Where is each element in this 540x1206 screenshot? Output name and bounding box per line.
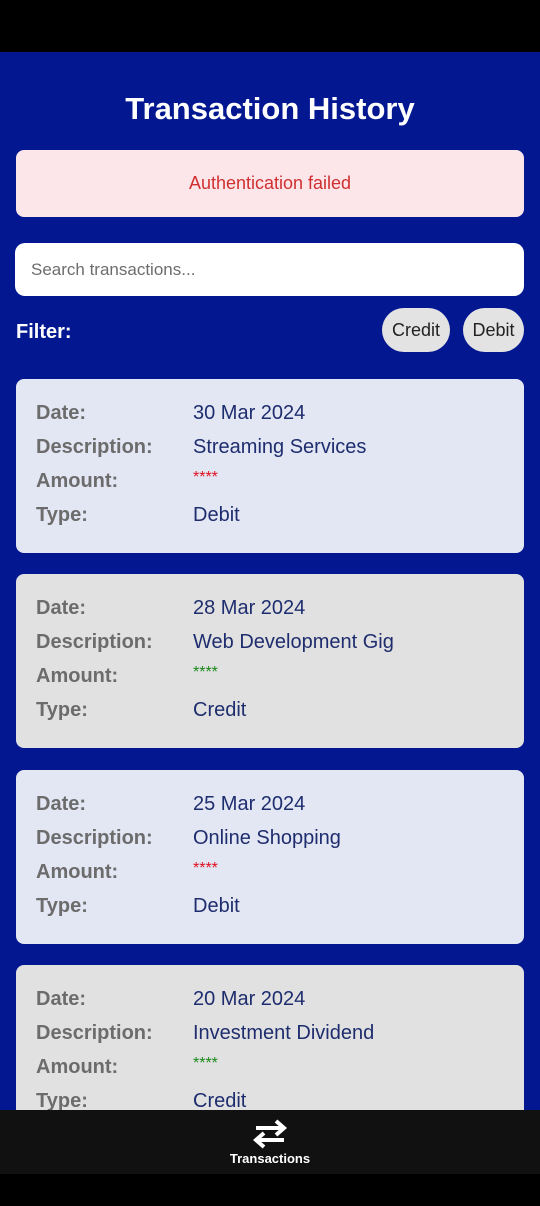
amount-value: **** bbox=[193, 469, 218, 486]
filter-chip-debit[interactable]: Debit bbox=[463, 308, 524, 352]
amount-value: **** bbox=[193, 1055, 218, 1072]
nav-item-label: Transactions bbox=[229, 1150, 311, 1166]
amount-label: Amount: bbox=[36, 1056, 119, 1078]
transaction-history-screen: Transaction History Authentication faile… bbox=[0, 52, 540, 1110]
amount-label: Amount: bbox=[36, 861, 119, 883]
date-value: 25 Mar 2024 bbox=[193, 793, 306, 815]
date-label: Date: bbox=[36, 402, 87, 424]
system-gesture-bar bbox=[0, 1174, 540, 1206]
bottom-nav: Transactions bbox=[0, 1110, 540, 1174]
type-value: Credit bbox=[193, 1090, 247, 1110]
status-bar bbox=[0, 0, 540, 52]
filter-label: Filter: bbox=[16, 321, 72, 343]
amount-label: Amount: bbox=[36, 470, 119, 492]
description-value: Streaming Services bbox=[193, 436, 367, 458]
description-value: Web Development Gig bbox=[193, 631, 394, 653]
description-value: Investment Dividend bbox=[193, 1022, 375, 1044]
date-value: 28 Mar 2024 bbox=[193, 597, 306, 619]
nav-item-transactions[interactable]: Transactions bbox=[229, 1118, 311, 1166]
date-value: 30 Mar 2024 bbox=[193, 402, 306, 424]
description-label: Description: bbox=[36, 436, 153, 458]
type-label: Type: bbox=[36, 1090, 88, 1110]
date-label: Date: bbox=[36, 793, 87, 815]
description-label: Description: bbox=[36, 1022, 153, 1044]
date-value: 20 Mar 2024 bbox=[193, 988, 306, 1010]
search-box[interactable] bbox=[15, 243, 524, 296]
type-label: Type: bbox=[36, 895, 88, 917]
transaction-card[interactable]: Date: 25 Mar 2024 Description: Online Shop… bbox=[16, 770, 524, 944]
transaction-card[interactable]: Date: 28 Mar 2024 Description: Web Develop… bbox=[16, 574, 524, 748]
type-label: Type: bbox=[36, 699, 88, 721]
type-value: Credit bbox=[193, 699, 247, 721]
filter-chip-credit[interactable]: Credit bbox=[382, 308, 450, 352]
type-label: Type: bbox=[36, 504, 88, 526]
date-label: Date: bbox=[36, 988, 87, 1010]
amount-value: **** bbox=[193, 860, 218, 877]
description-value: Online Shopping bbox=[193, 827, 341, 849]
page-title: Transaction History bbox=[125, 91, 415, 126]
description-label: Description: bbox=[36, 827, 153, 849]
error-alert: Authentication failed bbox=[16, 150, 524, 217]
error-message: Authentication failed bbox=[188, 173, 352, 193]
amount-value: **** bbox=[193, 664, 218, 681]
date-label: Date: bbox=[36, 597, 87, 619]
transaction-card[interactable]: Date: 30 Mar 2024 Description: Streaming S… bbox=[16, 379, 524, 553]
amount-label: Amount: bbox=[36, 665, 119, 687]
transaction-card[interactable]: Date: 20 Mar 2024 Description: Investment … bbox=[16, 965, 524, 1110]
swap-arrows-icon bbox=[252, 1118, 288, 1149]
description-label: Description: bbox=[36, 631, 153, 653]
type-value: Debit bbox=[193, 504, 240, 526]
type-value: Debit bbox=[193, 895, 240, 917]
search-input[interactable] bbox=[29, 258, 513, 281]
